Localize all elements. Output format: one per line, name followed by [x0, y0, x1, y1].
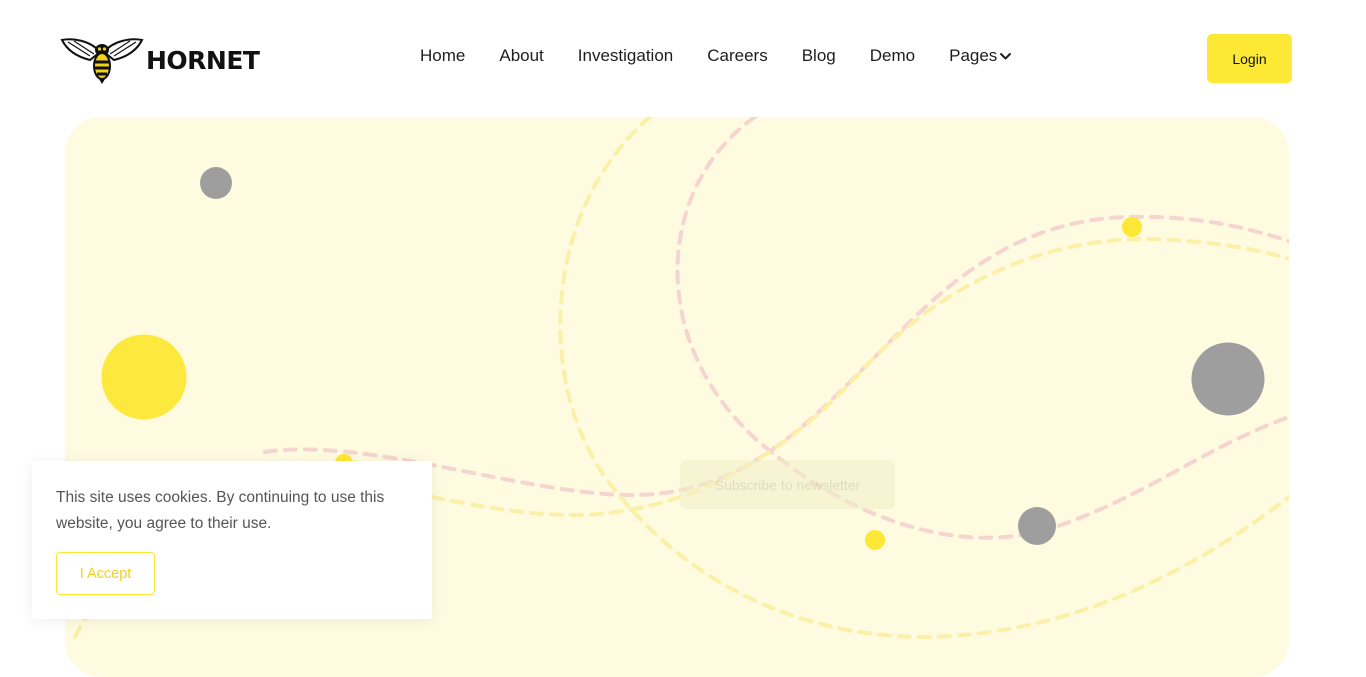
login-button[interactable]: Login	[1207, 34, 1292, 83]
dot-gray-large-right	[1191, 342, 1265, 416]
nav-item-demo[interactable]: Demo	[870, 46, 915, 66]
chevron-down-icon	[1000, 53, 1012, 60]
nav-item-investigation[interactable]: Investigation	[578, 46, 673, 66]
dot-yellow-large	[101, 334, 187, 420]
nav-item-about[interactable]: About	[499, 46, 543, 66]
cookie-notice-text: This site uses cookies. By continuing to…	[56, 489, 385, 532]
main-nav: Home About Investigation Careers Blog De…	[420, 46, 1012, 66]
site-header: HORNET Home About Investigation Careers …	[0, 0, 1366, 117]
dot-gray-medium	[1018, 507, 1056, 545]
dot-yellow-small-top-right	[1122, 217, 1142, 237]
nav-item-pages[interactable]: Pages	[949, 46, 1012, 66]
accept-cookies-button[interactable]: I Accept	[56, 552, 155, 595]
dashed-curve-pink-2	[263, 214, 1289, 498]
nav-item-blog[interactable]: Blog	[802, 46, 836, 66]
dashed-curve-yellow-1	[558, 117, 1289, 640]
nav-item-careers[interactable]: Careers	[707, 46, 767, 66]
brand-name: HORNET	[146, 45, 260, 75]
nav-item-pages-label: Pages	[949, 46, 998, 65]
subscribe-button[interactable]: Subscribe to newsletter	[680, 460, 895, 509]
cookie-notice: This site uses cookies. By continuing to…	[32, 461, 432, 619]
brand-logo[interactable]: HORNET	[60, 34, 260, 84]
hornet-icon	[60, 38, 144, 84]
nav-item-home[interactable]: Home	[420, 46, 465, 66]
dot-gray-small-top	[200, 167, 232, 199]
dot-yellow-small-bottom	[865, 530, 885, 550]
